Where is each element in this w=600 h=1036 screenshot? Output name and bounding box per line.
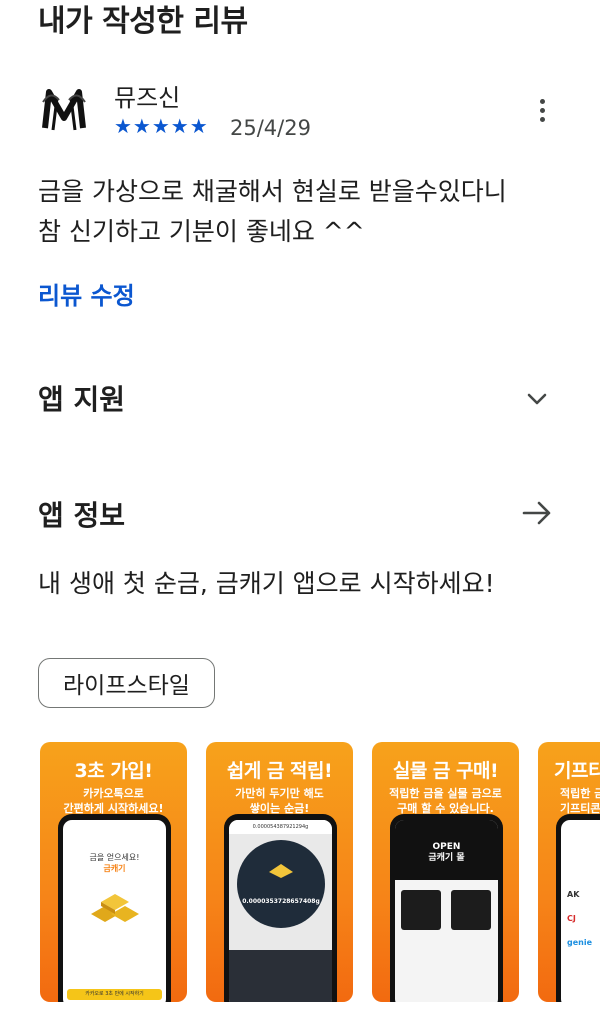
- monogram-logo-icon: [42, 89, 86, 131]
- screenshot-title: 쉽게 금 적립!: [226, 760, 333, 782]
- edit-review-link[interactable]: 리뷰 수정: [38, 276, 135, 311]
- review-text-line: 참 신기하고 기분이 좋네요 ^^: [38, 217, 365, 246]
- screenshot-card[interactable]: 3초 가입! 카카오톡으로 간편하게 시작하세요! 금을 얻으세요! 금캐기 카…: [40, 742, 187, 1002]
- screen-panel: [229, 950, 332, 1002]
- screen-open-label: OPEN: [432, 842, 461, 852]
- chevron-down-icon[interactable]: [522, 384, 552, 414]
- screen-balance: 0.000054387921294g: [229, 820, 332, 834]
- screenshot-subtitle: 가만히 두기만 해도 쌓이는 순금!: [235, 787, 324, 815]
- brand-logo: genie: [567, 938, 593, 947]
- product-thumbnail: [451, 890, 491, 930]
- screenshot-title: 기프티: [554, 760, 600, 782]
- gold-bar-icon: [269, 864, 293, 878]
- avatar: [38, 84, 90, 136]
- app-description: 내 생애 첫 순금, 금캐기 앱으로 시작하세요!: [38, 569, 495, 598]
- screen-mined-value: 0.0000353728657408g: [242, 898, 320, 905]
- screen-app-name: 금캐기: [103, 864, 126, 873]
- review-date: 25/4/29: [230, 116, 311, 140]
- screenshot-subtitle: 적립한 금 기프티콘: [560, 787, 600, 815]
- phone-mockup: OPEN 금캐기 몰: [390, 814, 503, 1002]
- category-chip[interactable]: 라이프스타일: [38, 658, 215, 708]
- my-review-title: 내가 작성한 리뷰: [38, 4, 248, 39]
- review-header: 뮤즈신 ★★★★★ 25/4/29: [38, 78, 568, 148]
- phone-mockup: 금을 얻으세요! 금캐기 카카오로 3초 만에 시작하기: [58, 814, 171, 1002]
- review-text-line: 금을 가상으로 채굴해서 현실로 받을수있다니: [38, 177, 507, 206]
- product-thumbnail: [401, 890, 441, 930]
- brand-logo: AK: [567, 890, 580, 899]
- screen-mall-label: 금캐기 몰: [428, 853, 465, 863]
- app-info-title[interactable]: 앱 정보: [38, 494, 125, 534]
- more-options-icon[interactable]: [528, 92, 556, 128]
- gold-bars-icon: [91, 894, 139, 922]
- screen-login-button: 카카오로 3초 만에 시작하기: [67, 989, 162, 1000]
- star-rating: ★★★★★: [114, 114, 209, 138]
- screenshot-card[interactable]: 기프티 적립한 금 기프티콘 AK CJ genie: [538, 742, 600, 1002]
- screenshot-subtitle: 적립한 금을 실물 금으로 구매 할 수 있습니다.: [389, 787, 502, 815]
- screenshot-card[interactable]: 쉽게 금 적립! 가만히 두기만 해도 쌓이는 순금! 0.0000543879…: [206, 742, 353, 1002]
- phone-mockup: 0.000054387921294g 0.0000353728657408g: [224, 814, 337, 1002]
- brand-logo: CJ: [567, 914, 576, 923]
- reviewer-name: 뮤즈신: [114, 84, 181, 112]
- app-support-title[interactable]: 앱 지원: [38, 378, 125, 418]
- mining-gauge: 0.0000353728657408g: [237, 840, 325, 928]
- phone-mockup: AK CJ genie: [556, 814, 600, 1002]
- screenshot-title: 실물 금 구매!: [392, 760, 499, 782]
- screenshot-title: 3초 가입!: [74, 760, 153, 782]
- mall-banner: OPEN 금캐기 몰: [395, 820, 498, 880]
- arrow-right-icon[interactable]: [520, 498, 554, 528]
- screenshot-subtitle: 카카오톡으로 간편하게 시작하세요!: [63, 787, 164, 815]
- screenshot-card[interactable]: 실물 금 구매! 적립한 금을 실물 금으로 구매 할 수 있습니다. OPEN…: [372, 742, 519, 1002]
- screenshot-carousel[interactable]: 3초 가입! 카카오톡으로 간편하게 시작하세요! 금을 얻으세요! 금캐기 카…: [40, 742, 600, 1004]
- review-text: 금을 가상으로 채굴해서 현실로 받을수있다니 참 신기하고 기분이 좋네요 ^…: [38, 172, 578, 252]
- screen-text: 금을 얻으세요!: [89, 853, 140, 862]
